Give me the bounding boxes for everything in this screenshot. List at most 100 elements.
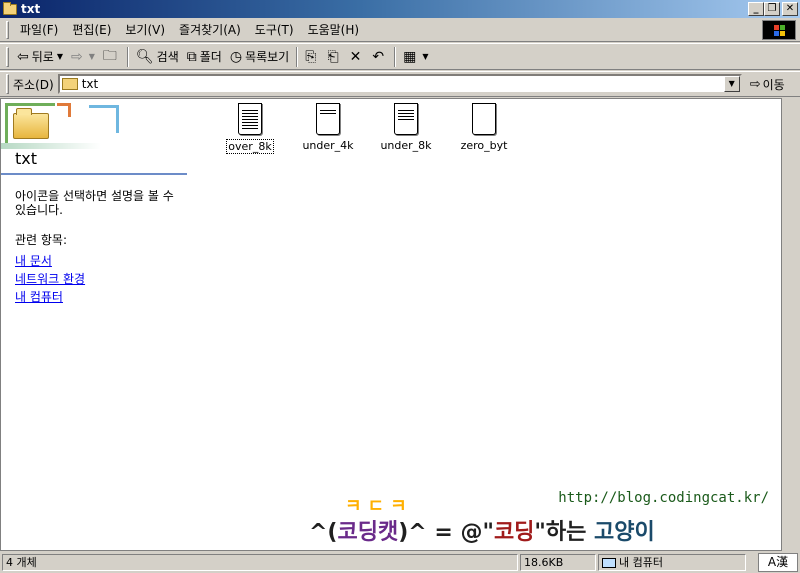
computer-icon [602,557,616,568]
standard-toolbar: ⇦ 뒤로 ▼ ⇨ ▼ 🗀 🔍︎ 검색 ⧉ 폴더 ◷ 목록보기 ⎘ ⎗ ✕ ↶ ▦… [0,43,800,70]
menu-tools[interactable]: 도구(T) [248,21,301,39]
folder-icon [13,108,49,139]
folders-button[interactable]: ⧉ 폴더 [183,46,226,68]
window-title: txt [21,2,41,16]
up-folder-button[interactable]: 🗀 [99,46,124,68]
address-input[interactable]: txt ▼ [57,74,742,94]
related-label: 관련 항목: [15,233,68,247]
copy-to-button[interactable]: ⎗ [323,46,345,68]
status-location-label: 내 컴퓨터 [619,556,663,569]
slogan-part: 코딩캣 [337,520,399,545]
folders-label: 폴더 [199,50,222,64]
folder-icon [61,78,78,90]
decoration [89,105,119,133]
menu-bar: 파일(F) 편집(E) 보기(V) 즐겨찾기(A) 도구(T) 도움말(H) [0,18,800,42]
menu-edit[interactable]: 편집(E) [65,21,118,39]
toolbar-grip[interactable] [6,20,9,39]
text-file-icon [394,103,418,135]
watermark: ㅋㄷㅋ http://blog.codingcat.kr/ ^(코딩캣)^ = … [309,490,769,550]
windows-logo-icon [762,20,796,40]
file-item[interactable]: over_8k [211,103,289,154]
folder-view[interactable]: txt 아이콘을 선택하면 설명을 볼 수 있습니다. 관련 항목: 내 문서 … [0,98,782,551]
text-file-icon [238,103,262,135]
chevron-down-icon[interactable]: ▼ [723,76,740,92]
watermark-slogan: ^(코딩캣)^ = @"코딩"하는 고양이 [309,514,655,546]
chevron-down-icon[interactable]: ▼ [422,52,428,61]
undo-icon: ↶ [372,48,385,65]
copy-to-icon: ⎗ [327,48,339,65]
views-icon: ▦ [403,48,417,65]
link-my-documents[interactable]: 내 문서 [15,252,187,270]
text-file-icon [316,103,340,135]
go-button[interactable]: ⇨ 이동 [750,76,785,93]
slogan-part: 코딩 [493,520,535,545]
history-button[interactable]: ◷ 목록보기 [226,46,293,68]
panel-description: 아이콘을 선택하면 설명을 볼 수 있습니다. [15,189,174,217]
slogan-part: 고양이 [594,520,655,545]
toolbar-separator [394,46,397,67]
file-name: over_8k [226,139,274,154]
search-label: 검색 [156,50,179,64]
back-arrow-icon: ⇦ [17,48,29,65]
go-arrow-icon: ⇨ [749,76,761,92]
back-button[interactable]: ⇦ 뒤로 ▼ [13,46,67,68]
back-label: 뒤로 [31,50,54,64]
undo-button[interactable]: ↶ [368,46,391,68]
address-value[interactable]: txt [82,77,99,91]
chevron-down-icon[interactable]: ▼ [89,52,95,61]
file-name: zero_byt [460,139,508,152]
file-name: under_8k [380,139,432,152]
slogan-part: ^( [309,520,338,545]
text-file-icon [472,103,496,135]
slogan-part: )^ = @" [398,520,494,545]
history-icon: ◷ [229,48,243,65]
chevron-down-icon[interactable]: ▼ [57,52,63,61]
views-button[interactable]: ▦ ▼ [399,46,432,68]
window-controls: _ ❐ ✕ [748,2,798,16]
file-list: over_8k under_4k under_8k zero_byt [211,103,523,154]
up-folder-icon: 🗀 [102,47,117,64]
link-network-places[interactable]: 네트워크 환경 [15,270,187,288]
panel-header: txt [1,99,187,175]
search-icon: 🔍︎ [135,48,154,65]
watermark-url: http://blog.codingcat.kr/ [558,490,769,506]
move-to-icon: ⎘ [305,48,317,65]
web-view-panel: txt 아이콘을 선택하면 설명을 볼 수 있습니다. 관련 항목: 내 문서 … [1,99,187,550]
move-to-button[interactable]: ⎘ [301,46,323,68]
status-count: 4 개체 [2,554,518,571]
ime-indicator[interactable]: A漢 [758,553,798,572]
delete-icon: ✕ [349,48,362,65]
minimize-button[interactable]: _ [748,2,764,16]
menu-favorites[interactable]: 즐겨찾기(A) [172,21,248,39]
history-label: 목록보기 [245,50,290,64]
file-name: under_4k [302,139,354,152]
go-label: 이동 [762,77,785,92]
toolbar-separator [126,46,129,67]
menu-help[interactable]: 도움말(H) [301,21,367,39]
link-my-computer[interactable]: 내 컴퓨터 [15,288,187,306]
address-bar: 주소(D) txt ▼ ⇨ 이동 [0,71,800,97]
folders-icon: ⧉ [186,48,197,65]
folder-icon [3,1,17,15]
status-size: 18.6KB [520,554,596,571]
menu-file[interactable]: 파일(F) [13,21,65,39]
close-button[interactable]: ✕ [782,2,798,16]
delete-button[interactable]: ✕ [346,46,369,68]
decoration [57,103,71,117]
forward-button[interactable]: ⇨ ▼ [67,46,99,68]
status-location: 내 컴퓨터 [598,554,746,571]
title-bar[interactable]: txt _ ❐ ✕ [0,0,800,18]
panel-title: txt [15,149,38,168]
related-links: 내 문서 네트워크 환경 내 컴퓨터 [15,252,187,306]
file-item[interactable]: zero_byt [445,103,523,154]
address-label: 주소(D) [13,77,54,92]
vertical-scrollbar[interactable] [782,98,800,551]
restore-button[interactable]: ❐ [764,2,780,16]
toolbar-grip[interactable] [6,74,9,94]
file-item[interactable]: under_8k [367,103,445,154]
file-item[interactable]: under_4k [289,103,367,154]
search-button[interactable]: 🔍︎ 검색 [132,46,183,68]
menu-view[interactable]: 보기(V) [118,21,172,39]
toolbar-grip[interactable] [6,46,9,67]
toolbar-separator [296,46,299,67]
